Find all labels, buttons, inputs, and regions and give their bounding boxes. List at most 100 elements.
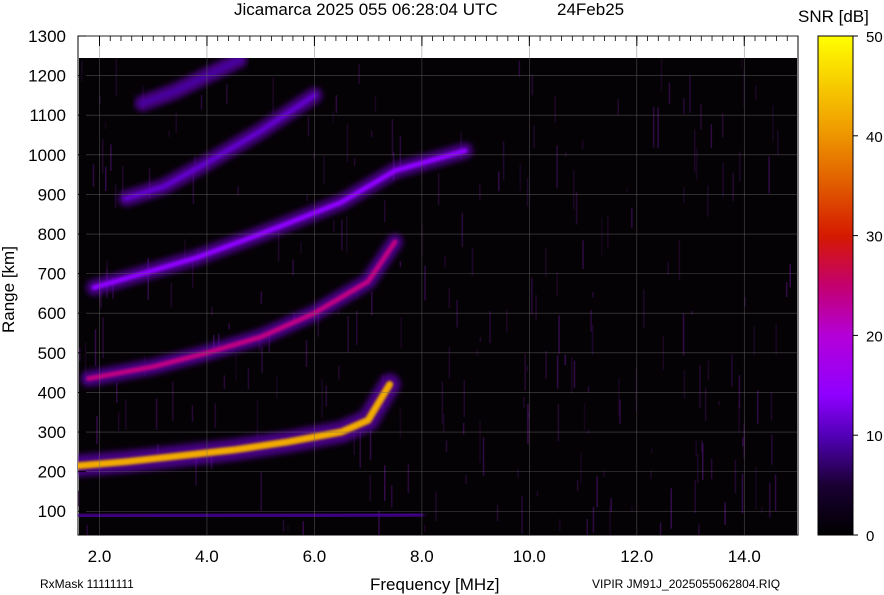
y-axis-label: Range [km] bbox=[0, 246, 18, 333]
noise-streak bbox=[496, 505, 499, 522]
noise-streak bbox=[479, 183, 481, 201]
noise-streak bbox=[370, 130, 373, 138]
noise-streak bbox=[424, 525, 426, 533]
noise-streak bbox=[338, 365, 340, 380]
noise-streak bbox=[448, 346, 451, 379]
noise-streak bbox=[770, 392, 773, 421]
noise-streak bbox=[346, 215, 348, 254]
noise-streak bbox=[247, 368, 250, 390]
noise-streak bbox=[155, 398, 158, 430]
colorbar bbox=[817, 35, 854, 536]
trace-e-layer bbox=[78, 513, 424, 518]
noise-streak bbox=[445, 440, 448, 452]
noise-streak bbox=[237, 185, 239, 196]
noise-streak bbox=[384, 465, 386, 501]
y-tick-label: 700 bbox=[38, 265, 66, 284]
noise-streak bbox=[556, 145, 558, 189]
noise-streak bbox=[325, 385, 328, 407]
noise-streak bbox=[527, 413, 530, 418]
x-tick-label: 10.0 bbox=[513, 547, 546, 566]
noise-streak bbox=[407, 463, 410, 493]
noise-streak bbox=[580, 453, 582, 484]
colorbar-tick-label: 40 bbox=[866, 129, 883, 146]
noise-streak bbox=[701, 440, 703, 453]
noise-streak bbox=[769, 482, 771, 518]
noise-streak bbox=[609, 506, 611, 535]
noise-streak bbox=[346, 124, 349, 163]
noise-streak bbox=[695, 147, 698, 181]
noise-streak bbox=[587, 386, 590, 393]
noise-streak bbox=[307, 116, 310, 137]
rx-mask-label: RxMask 11111111 bbox=[40, 577, 134, 591]
noise-streak bbox=[369, 474, 371, 502]
noise-streak bbox=[694, 480, 696, 514]
noise-streak bbox=[175, 113, 177, 134]
noise-streak bbox=[610, 498, 612, 512]
noise-streak bbox=[731, 354, 733, 387]
noise-streak bbox=[772, 105, 774, 142]
noise-streak bbox=[755, 85, 757, 100]
noise-streak bbox=[683, 98, 685, 115]
y-tick-label: 100 bbox=[38, 502, 66, 521]
noise-streak bbox=[523, 397, 525, 408]
noise-streak bbox=[592, 506, 595, 533]
noise-streak bbox=[570, 356, 573, 394]
noise-streak bbox=[533, 125, 535, 149]
y-tick-label: 800 bbox=[38, 225, 66, 244]
noise-streak bbox=[168, 130, 170, 137]
x-axis-label: Frequency [MHz] bbox=[370, 575, 499, 594]
y-tick-label: 1300 bbox=[28, 27, 66, 46]
y-tick-label: 400 bbox=[38, 383, 66, 402]
noise-streak bbox=[573, 169, 575, 210]
noise-streak bbox=[744, 297, 746, 306]
noise-streak bbox=[437, 173, 440, 206]
noise-streak bbox=[670, 488, 672, 529]
noise-streak bbox=[710, 458, 713, 480]
x-tick-label: 12.0 bbox=[620, 547, 653, 566]
noise-streak bbox=[101, 139, 104, 174]
noise-streak bbox=[738, 402, 740, 433]
noise-streak bbox=[170, 282, 173, 308]
colorbar-tick-label: 50 bbox=[866, 29, 883, 46]
noise-streak bbox=[771, 434, 773, 465]
noise-streak bbox=[337, 310, 340, 315]
noise-streak bbox=[479, 337, 482, 342]
noise-streak bbox=[683, 186, 685, 203]
colorbar-tick-label: 20 bbox=[866, 328, 883, 345]
noise-streak bbox=[559, 518, 561, 531]
noise-streak bbox=[741, 473, 744, 514]
noise-streak bbox=[596, 476, 598, 508]
noise-streak bbox=[341, 219, 343, 251]
noise-streak bbox=[374, 95, 377, 112]
noise-streak bbox=[498, 171, 500, 192]
noise-streak bbox=[526, 366, 528, 372]
noise-streak bbox=[617, 99, 619, 115]
noise-streak bbox=[256, 400, 259, 440]
noise-streak bbox=[607, 215, 609, 249]
noise-streak bbox=[305, 340, 308, 367]
noise-streak bbox=[444, 256, 446, 268]
noise-streak bbox=[668, 82, 671, 105]
noise-streak bbox=[521, 496, 523, 534]
noise-streak bbox=[536, 491, 539, 497]
noise-streak bbox=[689, 75, 691, 113]
noise-streak bbox=[371, 291, 373, 316]
noise-streak bbox=[739, 151, 741, 182]
noise-streak bbox=[479, 420, 481, 463]
noise-streak bbox=[228, 323, 230, 330]
noise-streak bbox=[707, 185, 709, 217]
noise-streak bbox=[545, 350, 547, 379]
noise-streak bbox=[471, 248, 474, 276]
noise-streak bbox=[718, 401, 720, 406]
noise-streak bbox=[775, 323, 777, 355]
noise-streak bbox=[660, 58, 663, 92]
noise-streak bbox=[384, 200, 386, 223]
noise-streak bbox=[115, 58, 118, 97]
noise-streak bbox=[696, 454, 699, 483]
noise-streak bbox=[81, 60, 83, 82]
noise-streak bbox=[564, 354, 567, 366]
y-axis: 100 200 300 400 500 600 700 800 900 1000 1100 1200 1… bbox=[28, 27, 86, 521]
noise-streak bbox=[359, 431, 361, 468]
noise-streak bbox=[78, 490, 80, 507]
noise-streak bbox=[391, 485, 393, 508]
